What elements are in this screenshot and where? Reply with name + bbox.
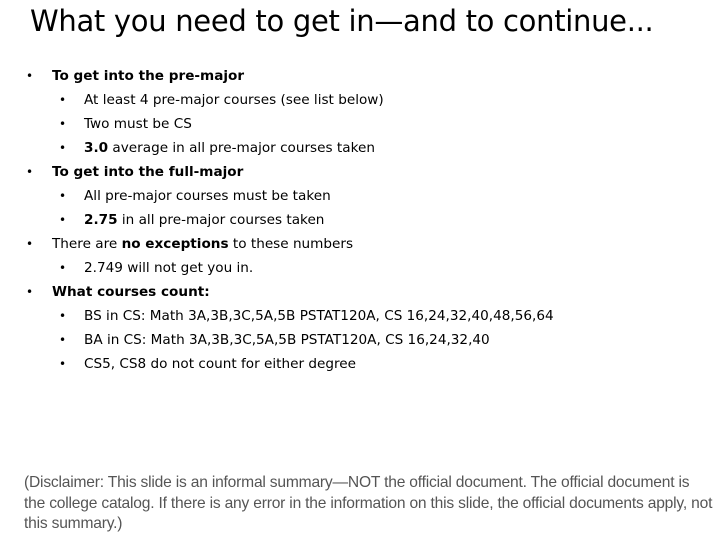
- sub-bullet: • At least 4 pre-major courses (see list…: [26, 88, 554, 112]
- heading-bold: no exceptions: [121, 236, 229, 252]
- bullet-icon: •: [59, 357, 67, 371]
- bullet-icon: •: [59, 333, 67, 347]
- bullet-icon: •: [59, 141, 67, 155]
- slide-title: What you need to get in—and to continue.…: [30, 4, 654, 38]
- item-bold: 2.75: [84, 212, 118, 228]
- item-text: Two must be CS: [84, 116, 192, 132]
- bullet-icon: •: [59, 261, 67, 275]
- item-text: 2.749 will not get you in.: [84, 260, 254, 276]
- sub-bullet: • Two must be CS: [26, 112, 554, 136]
- item-bold: 3.0: [84, 140, 109, 156]
- item-text: All pre-major courses must be taken: [84, 188, 331, 204]
- heading-post: to these numbers: [228, 236, 354, 252]
- bullet-icon: •: [26, 165, 34, 179]
- item-text: CS5, CS8 do not count for either degree: [84, 356, 357, 372]
- bullet-icon: •: [59, 117, 67, 131]
- item-text: BA in CS: Math 3A,3B,3C,5A,5B PSTAT120A,…: [84, 332, 490, 348]
- item-text: average in all pre-major courses taken: [108, 140, 375, 156]
- item-text: in all pre-major courses taken: [117, 212, 325, 228]
- sub-bullet: • BA in CS: Math 3A,3B,3C,5A,5B PSTAT120…: [26, 328, 554, 352]
- bullet-icon: •: [59, 213, 67, 227]
- sub-bullet: • All pre-major courses must be taken: [26, 184, 554, 208]
- heading-text: To get into the pre-major: [52, 68, 245, 84]
- bullet-icon: •: [59, 309, 67, 323]
- item-text: At least 4 pre-major courses (see list b…: [84, 92, 384, 108]
- sub-bullet: • 2.749 will not get you in.: [26, 256, 554, 280]
- bullet-icon: •: [26, 285, 34, 299]
- bullet-pre-major: • To get into the pre-major: [26, 64, 554, 88]
- bullet-no-exceptions: • There are no exceptions to these numbe…: [26, 232, 554, 256]
- bullet-icon: •: [26, 237, 34, 251]
- heading-text: What courses count:: [52, 284, 210, 300]
- bullet-list: • To get into the pre-major • At least 4…: [26, 64, 554, 376]
- bullet-full-major: • To get into the full-major: [26, 160, 554, 184]
- bullet-icon: •: [26, 69, 34, 83]
- heading-text: To get into the full-major: [52, 164, 244, 180]
- item-text: BS in CS: Math 3A,3B,3C,5A,5B PSTAT120A,…: [84, 308, 554, 324]
- bullet-icon: •: [59, 189, 67, 203]
- disclaimer-text: (Disclaimer: This slide is an informal s…: [24, 474, 713, 532]
- heading-pre: There are: [52, 236, 122, 252]
- sub-bullet: • 3.0 average in all pre-major courses t…: [26, 136, 554, 160]
- bullet-courses-count: • What courses count:: [26, 280, 554, 304]
- sub-bullet: • 2.75 in all pre-major courses taken: [26, 208, 554, 232]
- sub-bullet: • BS in CS: Math 3A,3B,3C,5A,5B PSTAT120…: [26, 304, 554, 328]
- bullet-icon: •: [59, 93, 67, 107]
- sub-bullet: • CS5, CS8 do not count for either degre…: [26, 352, 554, 376]
